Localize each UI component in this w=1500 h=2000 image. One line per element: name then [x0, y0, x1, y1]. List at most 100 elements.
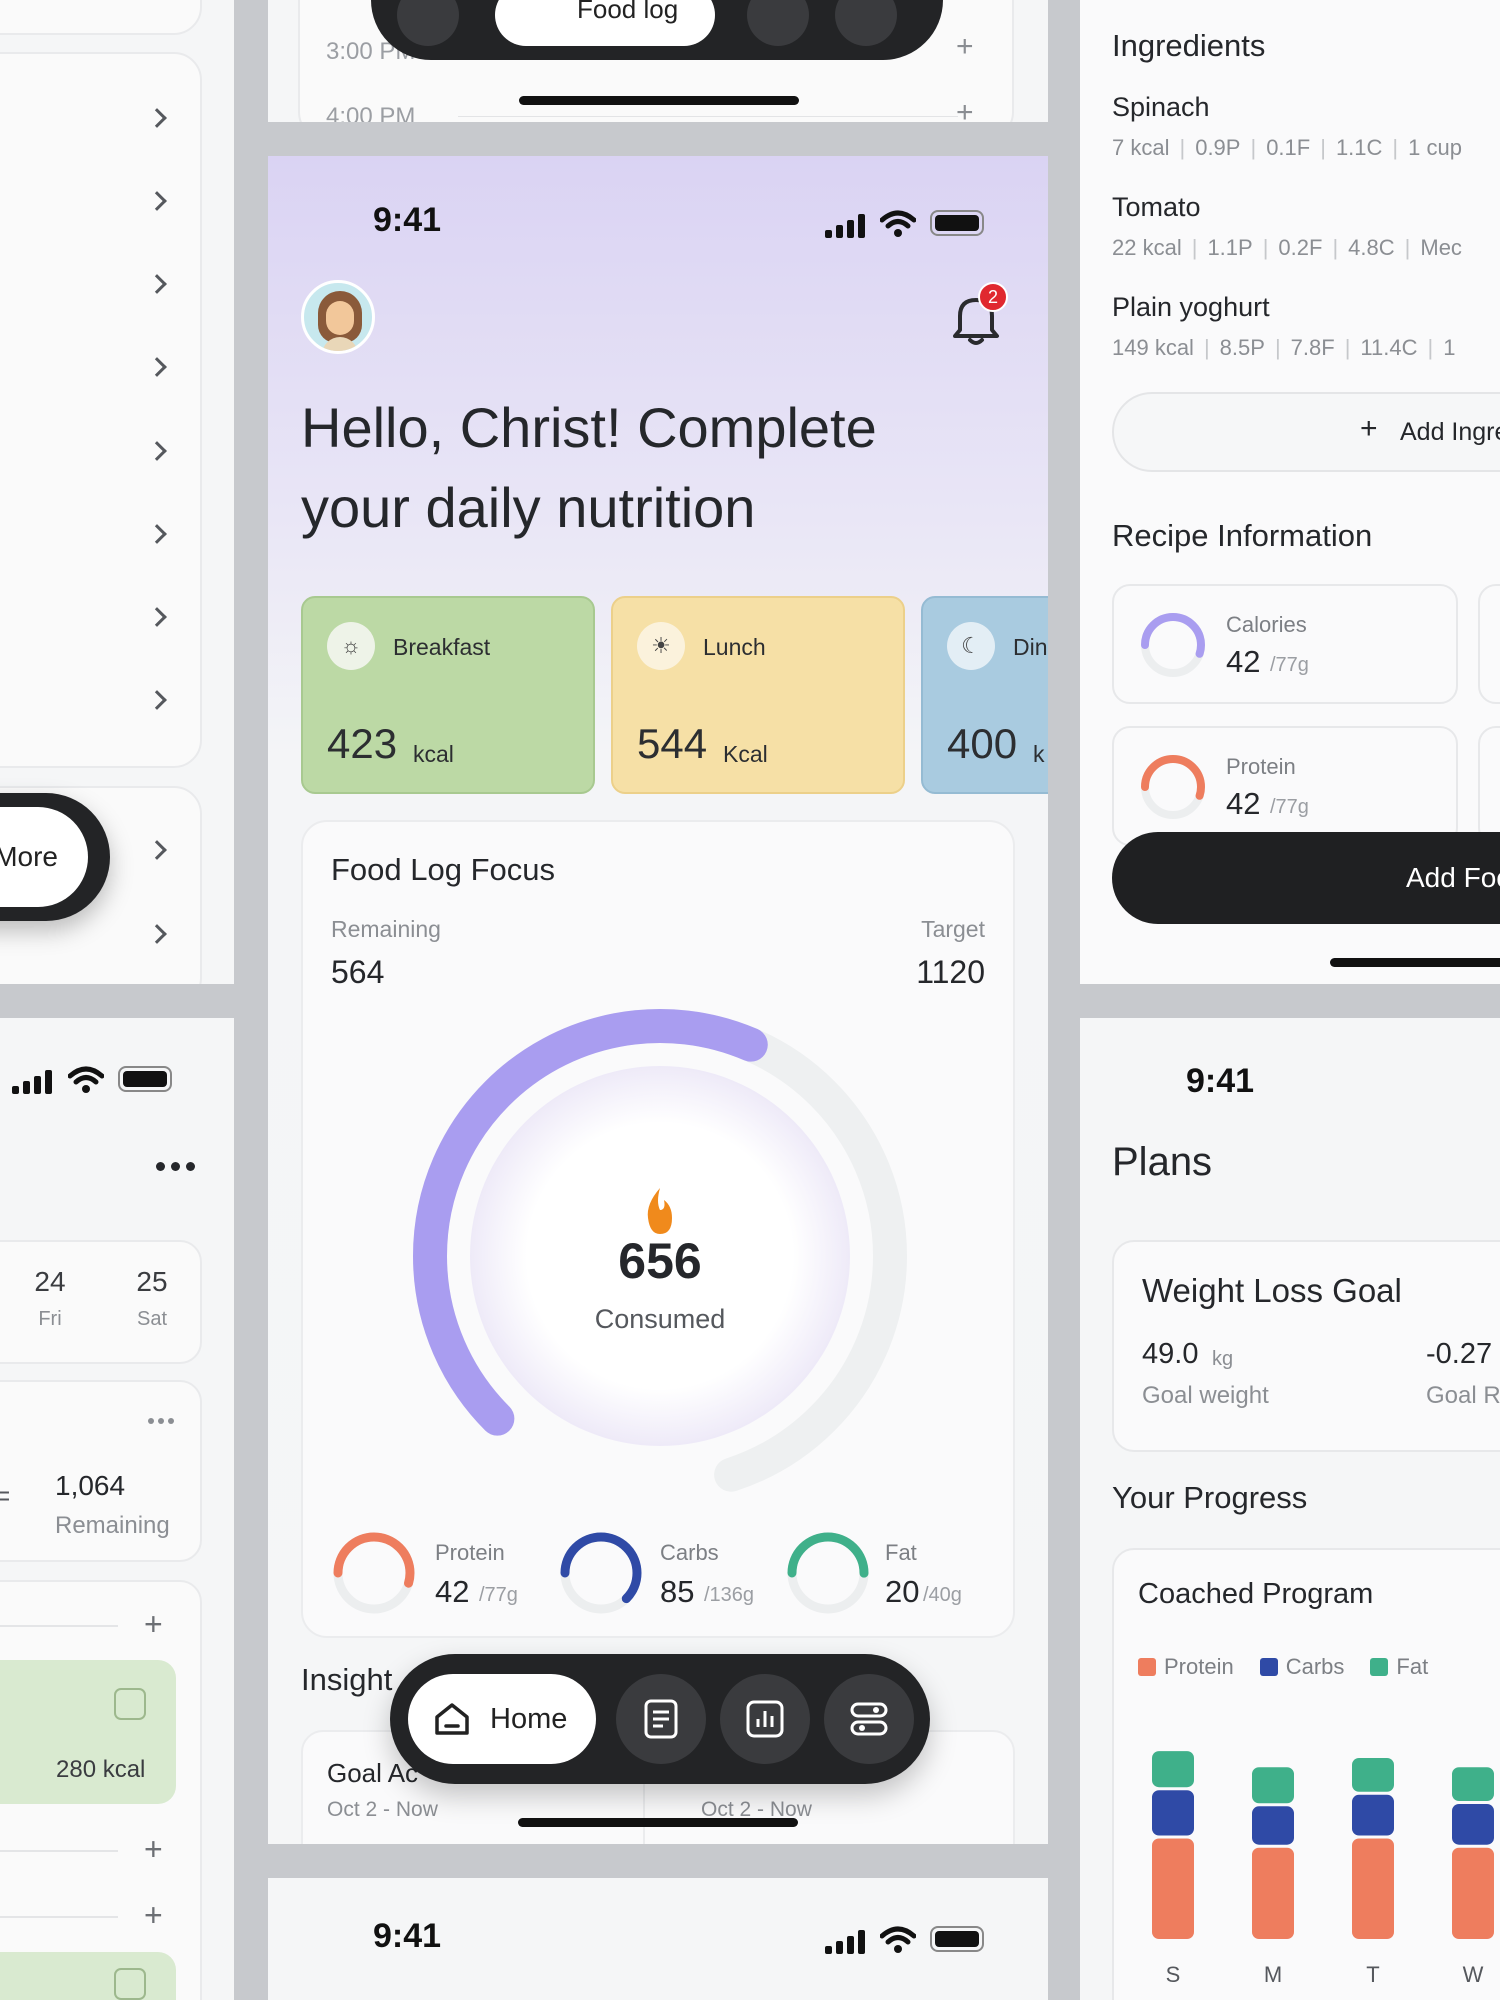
legend-swatch — [1138, 1658, 1156, 1676]
recipe-item-name: Protein — [1226, 754, 1296, 779]
add-slot-button[interactable]: + — [956, 96, 974, 122]
bar-protein-M — [1252, 1847, 1294, 1939]
protein: 1.1P — [1207, 235, 1253, 260]
add-ingredient-label: Add Ingre — [1400, 418, 1500, 446]
macro-total: /40g — [923, 1584, 962, 1606]
chart-legend: Protein Carbs Fat — [1138, 1654, 1428, 1680]
nav-home-button[interactable]: Home — [408, 1674, 596, 1764]
meal-value: 400 — [947, 720, 1018, 767]
nav-stats-button[interactable] — [720, 1674, 810, 1764]
macro-total: /136g — [704, 1584, 755, 1606]
legend-item: Protein — [1138, 1654, 1234, 1680]
remaining-label: Remaining — [331, 916, 441, 942]
toggles-icon — [850, 1702, 888, 1736]
bar-carbs-M — [1252, 1806, 1294, 1845]
right-top-screen: Ingredients Spinach 7 kcal | 0.9P | 0.1F | 1.1… — [1080, 0, 1500, 984]
day-number: 24 — [34, 1266, 66, 1297]
nav-settings-button[interactable] — [824, 1674, 914, 1764]
x-tick-label: W — [1463, 1962, 1484, 1987]
carbs-ring — [560, 1532, 642, 1614]
nav-food-log-button[interactable]: Food log — [495, 0, 715, 46]
carbs: 1.1C — [1335, 135, 1383, 160]
notifications-button[interactable]: 2 — [950, 282, 1020, 352]
document-icon — [644, 1699, 678, 1739]
ingredient-stats: 22 kcal | 1.1P | 0.2F | 4.8C | Mec — [1112, 235, 1462, 260]
nav-stats-button[interactable] — [747, 0, 809, 46]
add-food-button[interactable]: Add Foo — [1112, 832, 1500, 924]
recipe-item-name: Calories — [1226, 612, 1307, 637]
left-bottom-screen: 24 Fri 25 Sat = 1,064 Remaining + 280 kc… — [0, 1018, 234, 2000]
avatar[interactable] — [301, 280, 375, 354]
macro-value: 85 — [660, 1574, 695, 1609]
day-item-24[interactable]: 24 Fri — [20, 1266, 80, 1331]
ingredient-stats: 149 kcal | 8.5P | 7.8F | 11.4C | 1 — [1112, 335, 1456, 360]
ingredient-row[interactable]: Plain yoghurt 149 kcal | 8.5P | 7.8F | 11.4C | 1 — [1112, 292, 1500, 361]
ingredient-row[interactable]: Spinach 7 kcal | 0.9P | 0.1F | 1.1C | 1 cup — [1112, 92, 1500, 161]
portion: 1 cup — [1408, 135, 1462, 160]
meal-checkbox[interactable] — [114, 1688, 146, 1720]
add-ingredient-button[interactable]: + Add Ingre — [1112, 392, 1500, 472]
goal-weight-unit: kg — [1212, 1348, 1234, 1370]
consumed-label: Consumed — [594, 1304, 726, 1334]
nav-food-log-button[interactable] — [616, 1674, 706, 1764]
meal-entry[interactable]: 280 kcal — [0, 1660, 176, 1804]
meal-checkbox[interactable] — [114, 1968, 146, 2000]
food-log-label: Food log — [577, 0, 679, 24]
home-indicator — [518, 1818, 798, 1827]
progress-bar-chart: SMTW — [1152, 1751, 1494, 1987]
legend-swatch — [1259, 1658, 1278, 1676]
nav-settings-button[interactable] — [835, 0, 897, 46]
kcal: 149 kcal — [1112, 335, 1194, 360]
protein-ring — [1141, 755, 1205, 819]
macro-carbs: Carbs 85 /136g — [558, 1530, 768, 1620]
macro-protein: Protein 42 /77g — [331, 1530, 541, 1620]
macro-value: 42 — [435, 1574, 470, 1609]
goal-rate-label: Goal R — [1426, 1382, 1500, 1409]
target-value: 1120 — [916, 954, 985, 990]
legend-swatch — [1370, 1658, 1389, 1676]
calories-ring — [1141, 613, 1205, 677]
greeting: Hello, Christ! Complete your daily nutri… — [301, 388, 877, 548]
carbs: 4.8C — [1348, 235, 1395, 260]
meal-divider — [0, 1916, 118, 1918]
fat: 0.2F — [1278, 235, 1323, 260]
bar-protein-S — [1152, 1838, 1194, 1939]
goal-title: Weight Loss Goal — [1142, 1272, 1402, 1309]
day-item-25[interactable]: 25 Sat — [122, 1266, 182, 1331]
plus-icon: + — [1360, 412, 1378, 445]
fat-ring — [787, 1532, 869, 1614]
meal-label: Din — [1013, 634, 1048, 660]
meal-card-dinner[interactable]: ☾ Din 400 k — [921, 596, 1048, 794]
add-meal-button[interactable]: + — [144, 1606, 163, 1643]
ingredient-row[interactable]: Tomato 22 kcal | 1.1P | 0.2F | 4.8C | Mec — [1112, 192, 1500, 261]
recipe-card-protein: Protein 42 /77g — [1112, 726, 1458, 846]
meal-value: 423 — [327, 720, 398, 767]
add-meal-button[interactable]: + — [144, 1831, 163, 1868]
signal-icon — [825, 214, 867, 238]
equals-sign: = — [0, 1480, 11, 1511]
meal-card-lunch[interactable]: ☀ Lunch 544 Kcal — [611, 596, 905, 794]
remaining-label: Remaining — [55, 1512, 170, 1539]
nav-home-label: Home — [490, 1703, 568, 1735]
card-options-icon[interactable] — [148, 1418, 176, 1426]
add-slot-button[interactable]: + — [956, 30, 974, 64]
add-meal-button[interactable]: + — [144, 1897, 163, 1934]
status-time: 9:41 — [1186, 1062, 1255, 1100]
weight-loss-goal-card[interactable]: Weight Loss Goal 49.0 kg Goal weight -0.… — [1112, 1240, 1500, 1452]
insight-title: Goal Ac — [327, 1758, 419, 1788]
ingredient-stats: 7 kcal | 0.9P | 0.1F | 1.1C | 1 cup — [1112, 135, 1462, 160]
day-name: Fri — [38, 1308, 62, 1330]
meal-entry[interactable] — [0, 1952, 176, 2000]
home-icon — [435, 1703, 469, 1735]
target-label: Target — [921, 916, 985, 942]
bar-protein-T — [1352, 1838, 1394, 1939]
more-options-icon[interactable] — [156, 1162, 200, 1172]
meal-divider — [0, 1625, 118, 1627]
macro-name: Protein — [435, 1540, 505, 1565]
nav-home-button[interactable] — [397, 0, 459, 46]
program-title: Coached Program — [1138, 1578, 1374, 1610]
protein: 8.5P — [1219, 335, 1265, 360]
battery-icon — [930, 210, 984, 236]
meal-card-breakfast[interactable]: ☼ Breakfast 423 kcal — [301, 596, 595, 794]
more-button[interactable]: More — [0, 807, 88, 907]
